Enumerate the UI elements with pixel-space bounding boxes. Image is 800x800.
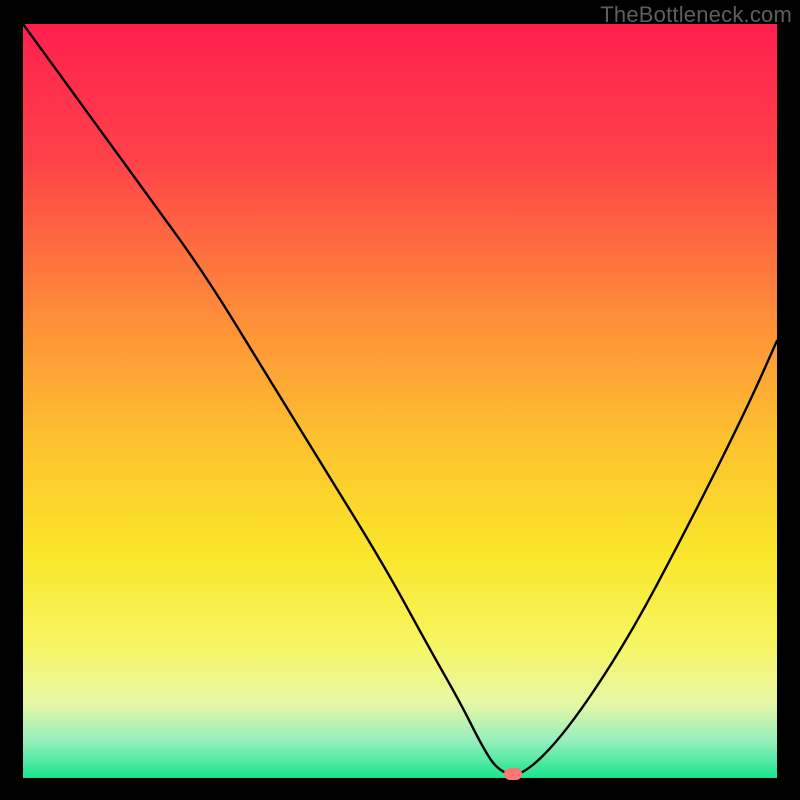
plot-area [23,24,777,778]
chart-frame: TheBottleneck.com [0,0,800,800]
bottleneck-curve [23,24,777,778]
watermark-text: TheBottleneck.com [600,2,792,28]
optimal-marker [504,768,522,780]
